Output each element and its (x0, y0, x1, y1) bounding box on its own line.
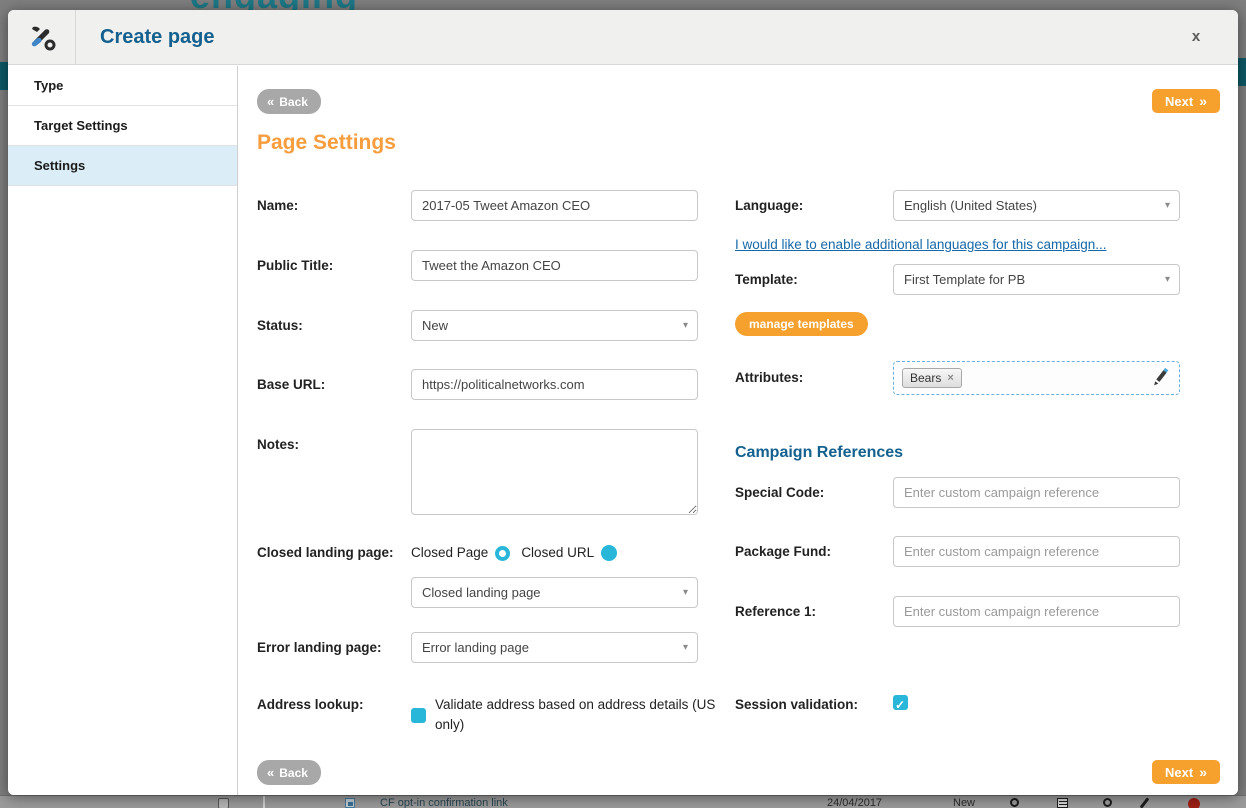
page-type-icon (345, 798, 355, 808)
chevron-down-icon: ▾ (683, 311, 688, 340)
error-landing-label: Error landing page: (257, 632, 411, 663)
session-validation-label: Session validation: (735, 695, 893, 715)
dialog-header: Create page x (8, 10, 1238, 65)
status-label: Status: (257, 310, 411, 341)
notes-textarea[interactable] (411, 429, 698, 515)
address-lookup-label: Address lookup: (257, 695, 411, 735)
row-checkbox (218, 798, 229, 808)
back-button-bottom[interactable]: «Back (257, 760, 321, 785)
chevron-down-icon: ▾ (683, 633, 688, 662)
attribute-tag: Bears × (902, 368, 962, 388)
back-button-top[interactable]: «Back (257, 89, 321, 114)
next-button-bottom[interactable]: Next» (1152, 760, 1220, 784)
column-divider (263, 796, 265, 808)
attributes-label: Attributes: (735, 361, 893, 395)
special-code-label: Special Code: (735, 477, 893, 508)
close-icon[interactable]: x (1186, 27, 1206, 47)
public-title-label: Public Title: (257, 250, 411, 281)
chevron-right-icon: » (1199, 93, 1207, 109)
background-table-row: CF opt-in confirmation link 24/04/2017 N… (0, 795, 1246, 808)
sidebar-item-settings[interactable]: Settings (8, 146, 237, 186)
base-url-input[interactable] (411, 369, 698, 400)
special-code-input[interactable] (893, 477, 1180, 508)
chevron-down-icon: ▾ (683, 578, 688, 607)
next-button-top[interactable]: Next» (1152, 89, 1220, 113)
row-list-icon (1057, 798, 1068, 808)
name-label: Name: (257, 190, 411, 221)
row-delete-icon (1188, 798, 1200, 808)
closed-page-option-label: Closed Page (411, 543, 488, 563)
sidebar-item-target-settings[interactable]: Target Settings (8, 106, 237, 146)
name-input[interactable] (411, 190, 698, 221)
closed-url-radio[interactable] (601, 545, 617, 561)
package-fund-label: Package Fund: (735, 536, 893, 567)
dialog-sidebar: Type Target Settings Settings (8, 66, 238, 795)
tools-icon (27, 23, 57, 53)
language-select[interactable]: English (United States) ▾ (893, 190, 1180, 221)
closed-page-radio[interactable] (495, 546, 510, 561)
base-url-label: Base URL: (257, 369, 411, 400)
campaign-references-heading: Campaign References (735, 444, 903, 462)
chevron-down-icon: ▾ (1165, 265, 1170, 294)
session-validation-checkbox[interactable] (893, 695, 908, 710)
language-label: Language: (735, 190, 893, 221)
row-action-icon (1010, 798, 1019, 807)
status-select[interactable]: New ▾ (411, 310, 698, 341)
closed-url-option-label: Closed URL (521, 543, 594, 563)
page-title: Page Settings (257, 131, 396, 155)
public-title-input[interactable] (411, 250, 698, 281)
background-brand-logo: engaging (190, 0, 410, 10)
template-label: Template: (735, 264, 893, 295)
template-select[interactable]: First Template for PB ▾ (893, 264, 1180, 295)
row-page-name: CF opt-in confirmation link (380, 797, 508, 808)
edit-pencil-icon[interactable] (1151, 368, 1171, 388)
additional-languages-link[interactable]: I would like to enable additional langua… (735, 237, 1107, 252)
chevron-left-icon: « (267, 94, 274, 109)
chevron-down-icon: ▾ (1165, 191, 1170, 220)
row-status: New (953, 797, 975, 808)
address-lookup-checkbox[interactable] (411, 708, 426, 723)
row-action-icon (1103, 798, 1112, 807)
notes-label: Notes: (257, 429, 411, 520)
closed-landing-label: Closed landing page: (257, 543, 411, 563)
dialog-content: «Back Next» Page Settings Name: Public T… (239, 65, 1238, 795)
address-lookup-text: Validate address based on address detail… (435, 695, 741, 735)
row-date: 24/04/2017 (827, 797, 882, 808)
error-landing-select[interactable]: Error landing page ▾ (411, 632, 698, 663)
package-fund-input[interactable] (893, 536, 1180, 567)
remove-tag-icon[interactable]: × (947, 372, 953, 384)
background-teal-bar-left (0, 62, 8, 90)
dialog-icon-cell (8, 10, 76, 65)
closed-landing-select[interactable]: Closed landing page ▾ (411, 577, 698, 608)
create-page-dialog: Create page x Type Target Settings Setti… (8, 10, 1238, 795)
chevron-left-icon: « (267, 765, 274, 780)
sidebar-item-type[interactable]: Type (8, 66, 237, 106)
row-pencil-icon (1140, 797, 1150, 808)
background-teal-bar-right (1238, 58, 1246, 86)
dialog-title: Create page (100, 10, 215, 65)
reference-1-input[interactable] (893, 596, 1180, 627)
chevron-right-icon: » (1199, 764, 1207, 780)
manage-templates-button[interactable]: manage templates (735, 312, 868, 336)
attributes-tag-input[interactable]: Bears × (893, 361, 1180, 395)
reference-1-label: Reference 1: (735, 596, 893, 627)
